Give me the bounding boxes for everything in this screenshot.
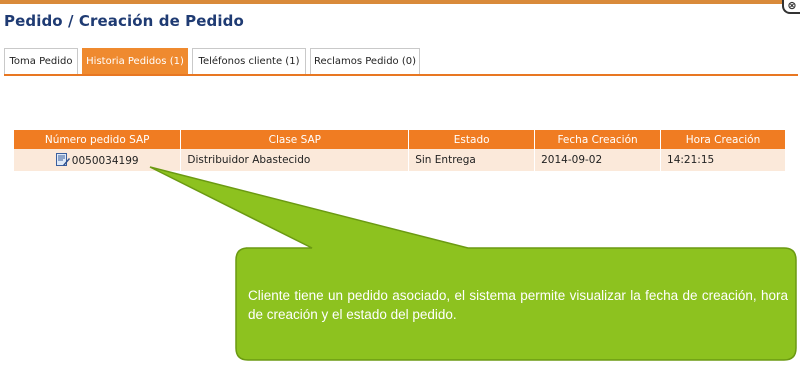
header-estado[interactable]: Estado	[408, 130, 536, 149]
header-clase-sap[interactable]: Clase SAP	[180, 130, 410, 149]
tab-telefonos-cliente[interactable]: Teléfonos cliente (1)	[192, 48, 306, 75]
tab-bar: Toma Pedido Historia Pedidos (1) Teléfon…	[4, 48, 798, 76]
close-icon[interactable]: ⊗	[782, 0, 800, 14]
edit-document-icon[interactable]	[55, 153, 70, 166]
order-number-link[interactable]: 0050034199	[72, 155, 139, 167]
page-title: Pedido / Creación de Pedido	[4, 12, 244, 30]
cell-fecha-creacion: 2014-09-02	[534, 149, 662, 171]
table-row[interactable]: 0050034199 Distribuidor Abastecido Sin E…	[14, 149, 786, 171]
tab-underline	[4, 74, 798, 76]
window-top-strip	[0, 0, 800, 4]
orders-table: Número pedido SAP Clase SAP Estado Fecha…	[14, 130, 786, 171]
tab-reclamos-pedido[interactable]: Reclamos Pedido (0)	[310, 48, 420, 75]
header-fecha-creacion[interactable]: Fecha Creación	[534, 130, 662, 149]
table-header-row: Número pedido SAP Clase SAP Estado Fecha…	[14, 130, 786, 149]
cell-clase-sap: Distribuidor Abastecido	[180, 149, 410, 171]
cell-estado: Sin Entrega	[408, 149, 536, 171]
header-numero-pedido[interactable]: Número pedido SAP	[14, 130, 182, 149]
tab-historia-pedidos[interactable]: Historia Pedidos (1)	[82, 48, 188, 75]
tab-toma-pedido[interactable]: Toma Pedido	[4, 48, 78, 75]
header-hora-creacion[interactable]: Hora Creación	[660, 130, 786, 149]
cell-hora-creacion: 14:21:15	[660, 149, 786, 171]
callout-text: Cliente tiene un pedido asociado, el sis…	[248, 288, 788, 322]
cell-numero-pedido[interactable]: 0050034199	[14, 149, 182, 171]
